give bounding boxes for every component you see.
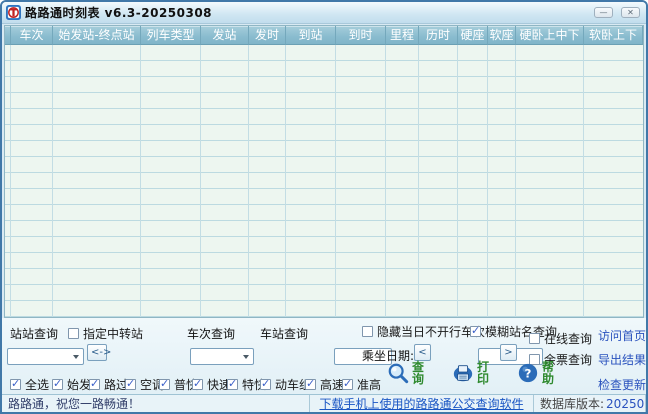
query-button-label: 查 询 — [412, 360, 425, 386]
train-query-label: 车次查询 — [187, 327, 236, 341]
app-logo-icon — [6, 5, 21, 20]
table-body-column — [141, 45, 201, 317]
timetable-body[interactable] — [5, 45, 643, 317]
col-header-duration[interactable]: 历时 — [419, 26, 458, 45]
to-station-combobox[interactable] — [189, 347, 254, 365]
checkbox-box — [470, 324, 481, 337]
filter-checkbox-quasi-high-speed[interactable]: 准高 — [342, 376, 381, 393]
table-body-column — [488, 45, 516, 317]
help-button[interactable]: ? 帮 助 — [517, 361, 554, 385]
filter-checkbox-select-all[interactable]: 全选 — [10, 376, 49, 393]
status-bar: 路路通，祝您一路畅通！ 下载手机上使用的路路通公交查询软件 数据库版本: 202… — [2, 394, 646, 412]
checkbox-box — [10, 377, 21, 390]
checkbox-box — [529, 333, 540, 344]
checkbox-label: 在线查询 — [544, 332, 593, 346]
checkbox-box — [52, 377, 63, 390]
window-title: 路路通时刻表 v6.3-20250308 — [25, 6, 213, 20]
col-header-train-type[interactable]: 列车类型 — [141, 26, 201, 45]
checkbox-box — [68, 328, 79, 339]
col-header-mileage[interactable]: 里程 — [386, 26, 419, 45]
timetable-header-row: 车次 始发站-终点站 列车类型 发站 发时 到站 到时 里程 历时 硬座 软座 … — [5, 26, 643, 45]
swap-stations-button[interactable]: <-> — [87, 344, 111, 361]
checkbox-label: 指定中转站 — [83, 327, 144, 341]
checkbox-label: 准高 — [357, 378, 382, 392]
link-export-results[interactable]: 导出结果 — [598, 351, 646, 368]
query-panel: 站站查询 指定中转站 <-> 车次查询 车站查询 隐藏当日不开行车次 ✓ 模糊站… — [2, 318, 646, 394]
query-button[interactable]: 查 询 — [387, 361, 424, 385]
chevron-down-icon — [73, 354, 79, 359]
table-body-column — [584, 45, 643, 317]
col-header-dep-time[interactable]: 发时 — [249, 26, 286, 45]
col-header-hard-seat[interactable]: 硬座 — [458, 26, 488, 45]
table-body-column — [53, 45, 141, 317]
svg-text:?: ? — [525, 367, 532, 381]
date-prev-button[interactable]: < — [414, 344, 431, 361]
col-header-dep-station[interactable]: 发站 — [201, 26, 249, 45]
table-body-column — [458, 45, 488, 317]
col-header-soft-sleeper[interactable]: 软卧上下 — [584, 26, 643, 45]
table-body-column — [336, 45, 386, 317]
date-next-button[interactable]: > — [500, 344, 517, 361]
checkbox-label: 高速 — [320, 378, 345, 392]
close-button[interactable]: ✕ — [621, 7, 640, 18]
table-body-column — [201, 45, 249, 317]
checkbox-label: 全选 — [25, 378, 50, 392]
title-bar[interactable]: 路路通时刻表 v6.3-20250308 — ✕ — [2, 2, 646, 24]
status-greeting: 路路通，祝您一路畅通！ — [2, 395, 310, 412]
hide-today-checkbox[interactable]: 隐藏当日不开行车次 — [362, 323, 485, 340]
col-header-soft-seat[interactable]: 软座 — [488, 26, 516, 45]
from-station-combobox[interactable] — [7, 347, 84, 365]
checkbox-label: 隐藏当日不开行车次 — [377, 325, 486, 339]
table-body-column — [419, 45, 458, 317]
col-header-arr-time[interactable]: 到时 — [336, 26, 386, 45]
print-button[interactable]: 打 印 — [452, 361, 489, 385]
filter-checkbox-emu[interactable]: 动车组 — [260, 376, 311, 393]
chevron-down-icon — [242, 354, 249, 359]
online-query-checkbox[interactable]: 在线查询 — [529, 330, 592, 347]
minimize-button[interactable]: — — [594, 7, 613, 18]
magnifier-icon — [388, 363, 409, 384]
station-query-label: 车站查询 — [260, 327, 309, 341]
table-body-column — [11, 45, 53, 317]
col-header-origin-terminus[interactable]: 始发站-终点站 — [53, 26, 141, 45]
filter-checkbox-originating[interactable]: 始发 — [52, 376, 91, 393]
checkbox-box — [89, 377, 100, 390]
table-body-column — [386, 45, 419, 317]
checkbox-box — [342, 377, 353, 390]
table-body-column — [516, 45, 584, 317]
checkbox-box — [362, 326, 373, 337]
table-body-column — [249, 45, 286, 317]
checkbox-label: 始发 — [67, 378, 92, 392]
db-version-label: 数据库版本: — [540, 397, 605, 411]
station-station-query-label: 站站查询 — [10, 327, 59, 341]
col-header-train-no[interactable]: 车次 — [11, 26, 53, 45]
filter-checkbox-high-speed[interactable]: 高速 — [305, 376, 344, 393]
db-version-value: 20250308 — [606, 396, 645, 411]
link-homepage[interactable]: 访问首页 — [598, 327, 646, 344]
checkbox-box — [227, 377, 238, 390]
print-button-label: 打 印 — [477, 360, 490, 386]
transfer-station-checkbox[interactable]: 指定中转站 — [68, 325, 143, 342]
filter-checkbox-passing[interactable]: 路过 — [89, 376, 128, 393]
timetable: 车次 始发站-终点站 列车类型 发站 发时 到站 到时 里程 历时 硬座 软座 … — [4, 25, 644, 318]
checkbox-box — [260, 377, 271, 390]
checkbox-box — [125, 377, 136, 390]
checkbox-box — [159, 377, 170, 390]
checkbox-box — [192, 377, 203, 390]
help-button-label: 帮 助 — [542, 360, 555, 386]
checkbox-box — [305, 377, 316, 390]
filter-checkbox-fast[interactable]: 快速 — [192, 376, 231, 393]
printer-icon — [453, 365, 473, 382]
table-body-column — [286, 45, 336, 317]
link-check-update[interactable]: 检查更新 — [598, 376, 646, 393]
status-download-link[interactable]: 下载手机上使用的路路通公交查询软件 — [319, 395, 523, 412]
app-window: 路路通时刻表 v6.3-20250308 — ✕ 车次 始发站-终点站 列车类型… — [0, 0, 648, 414]
col-header-arr-station[interactable]: 到站 — [286, 26, 336, 45]
help-icon: ? — [518, 363, 538, 383]
col-header-hard-sleeper[interactable]: 硬卧上中下 — [516, 26, 584, 45]
